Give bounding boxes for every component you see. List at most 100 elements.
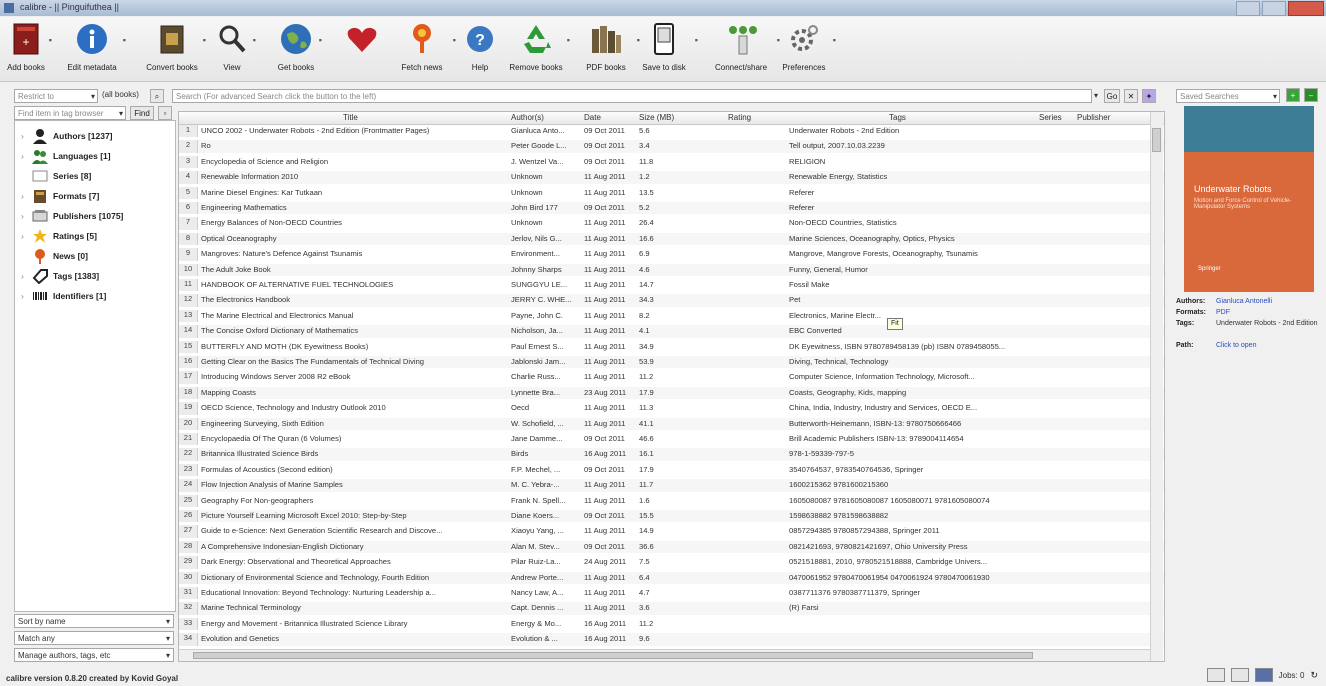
table-row[interactable]: 33 Energy and Movement - Britannica Illus…: [179, 617, 1164, 631]
tag-browser-series[interactable]: Series [8]: [21, 167, 91, 185]
expand-icon[interactable]: ›: [21, 191, 27, 201]
find-in-tag-browser-input[interactable]: Find item in tag browser ▾: [14, 106, 126, 120]
saved-searches-select[interactable]: Saved Searches ▾: [1176, 89, 1280, 103]
convert-books-button[interactable]: Convert books ▪: [142, 21, 206, 79]
column-header-rating[interactable]: Rating: [728, 113, 751, 122]
book-details-button[interactable]: [1254, 668, 1273, 682]
tag-browser-tags[interactable]: › Tags [1383]: [21, 267, 99, 285]
expand-icon[interactable]: ›: [21, 291, 27, 301]
expand-icon[interactable]: ›: [21, 151, 27, 161]
table-row[interactable]: 26 Picture Yourself Learning Microsoft Ex…: [179, 510, 1164, 523]
chevron-down-icon[interactable]: ▪: [567, 35, 570, 45]
vertical-scrollbar-thumb[interactable]: [1152, 128, 1161, 152]
tag-layout-button[interactable]: [1206, 668, 1225, 682]
table-row[interactable]: 25 Geography For Non-geographers Frank N. …: [179, 494, 1164, 507]
table-row[interactable]: 19 OECD Science, Technology and Industry …: [179, 402, 1164, 415]
match-select[interactable]: Match any ▾: [14, 631, 174, 645]
delete-saved-search-button[interactable]: –: [1304, 88, 1318, 102]
chevron-down-icon[interactable]: ▪: [203, 35, 206, 45]
sort-by-select[interactable]: Sort by name ▾: [14, 614, 174, 628]
table-row[interactable]: 27 Guide to e-Science: Next Generation Sc…: [179, 525, 1164, 538]
minimize-button[interactable]: [1236, 1, 1260, 16]
connect-share-button[interactable]: Connect/share ▪: [706, 21, 780, 79]
chevron-down-icon[interactable]: ▪: [123, 35, 126, 45]
search-history-dropdown[interactable]: ▾: [1092, 89, 1100, 103]
chevron-down-icon[interactable]: ▪: [453, 35, 456, 45]
table-row[interactable]: 21 Encyclopaedia Of The Quran (6 Volumes)…: [179, 433, 1164, 446]
donate-button[interactable]: [340, 21, 384, 79]
close-button[interactable]: [1288, 1, 1324, 16]
tag-browser-authors[interactable]: › Authors [1237]: [21, 127, 113, 145]
add-books-button[interactable]: + Add books ▪: [4, 21, 52, 79]
expand-icon[interactable]: ›: [21, 131, 27, 141]
chevron-down-icon[interactable]: ▪: [319, 35, 322, 45]
collapse-button[interactable]: ▫: [158, 106, 172, 120]
tag-browser-publishers[interactable]: › Publishers [1075]: [21, 207, 123, 225]
table-row[interactable]: 7 Energy Balances of Non-OECD Countries Un…: [179, 217, 1164, 230]
chevron-down-icon[interactable]: ▪: [253, 35, 256, 45]
tag-browser-news[interactable]: News [0]: [21, 247, 88, 265]
table-row[interactable]: 13 The Marine Electrical and Electronics …: [179, 309, 1164, 323]
chevron-down-icon[interactable]: ▪: [833, 35, 836, 45]
table-row[interactable]: 22 Britannica Illustrated Science Birds Bi…: [179, 448, 1164, 461]
table-row[interactable]: 11 HANDBOOK OF ALTERNATIVE FUEL TECHNOLOG…: [179, 279, 1164, 292]
expand-icon[interactable]: ›: [21, 211, 27, 221]
table-row[interactable]: 8 Optical Oceanography Jerlov, Nils G... 11…: [179, 232, 1164, 246]
maximize-button[interactable]: [1262, 1, 1286, 16]
table-row[interactable]: 32 Marine Technical Terminology Capt. Denn…: [179, 602, 1164, 615]
chevron-down-icon[interactable]: ▪: [695, 35, 698, 45]
preferences-button[interactable]: Preferences ▪: [776, 21, 836, 79]
column-header-size[interactable]: Size (MB): [639, 113, 674, 122]
column-header-series[interactable]: Series: [1039, 113, 1062, 122]
table-row[interactable]: 29 Dark Energy: Observational and Theoret…: [179, 556, 1164, 569]
chevron-down-icon[interactable]: ▪: [49, 35, 52, 45]
table-row[interactable]: 3 Encyclopedia of Science and Religion J. …: [179, 155, 1164, 169]
tag-browser-languages[interactable]: › Languages [1]: [21, 147, 111, 165]
tag-browser-ratings[interactable]: › Ratings [5]: [21, 227, 97, 245]
expand-icon[interactable]: ›: [21, 231, 27, 241]
table-row[interactable]: 23 Formulas of Acoustics (Second edition)…: [179, 463, 1164, 477]
horizontal-scrollbar-thumb[interactable]: [193, 652, 1033, 659]
tag-browser-formats[interactable]: › Formats [7]: [21, 187, 99, 205]
book-cover[interactable]: Underwater Robots Motion and Force Contr…: [1184, 106, 1314, 292]
jobs-indicator[interactable]: Jobs: 0: [1279, 671, 1305, 680]
details-authors-link[interactable]: Gianluca Antonelli: [1216, 298, 1320, 305]
column-header-title[interactable]: Title: [343, 113, 358, 122]
table-row[interactable]: 10 The Adult Joke Book Johnny Sharps 11 Aug…: [179, 263, 1164, 276]
search-input[interactable]: Search (For advanced Search click the bu…: [172, 89, 1092, 103]
search-go-button[interactable]: Go: [1104, 89, 1120, 103]
vertical-scrollbar[interactable]: [1150, 112, 1163, 661]
table-row[interactable]: 1 UNCO 2002 - Underwater Robots - 2nd Edi…: [179, 125, 1164, 138]
table-row[interactable]: 4 Renewable Information 2010 Unknown 11 Aug…: [179, 171, 1164, 184]
manage-authors-select[interactable]: Manage authors, tags, etc ▾: [14, 648, 174, 662]
get-books-button[interactable]: Get books ▪: [274, 21, 322, 79]
table-row[interactable]: 28 A Comprehensive Indonesian-English Dic…: [179, 540, 1164, 554]
table-row[interactable]: 20 Engineering Surveying, Sixth Edition W.…: [179, 417, 1164, 430]
table-row[interactable]: 15 BUTTERFLY AND MOTH (DK Eyewitness Book…: [179, 340, 1164, 353]
expand-icon[interactable]: ›: [21, 271, 27, 281]
help-button[interactable]: ? Help: [458, 21, 502, 79]
horizontal-scrollbar[interactable]: [179, 649, 1150, 661]
column-header-date[interactable]: Date: [584, 113, 601, 122]
advanced-search-button[interactable]: ⌕: [150, 89, 164, 103]
add-saved-search-button[interactable]: +: [1286, 88, 1300, 102]
column-header-tags[interactable]: Tags: [889, 113, 906, 122]
table-row[interactable]: 5 Marine Diesel Engines: Kar Tutkaan Unkno…: [179, 186, 1164, 199]
save-to-disk-button[interactable]: Save to disk ▪: [634, 21, 698, 79]
find-button[interactable]: Find: [130, 106, 154, 120]
table-row[interactable]: 17 Introducing Windows Server 2008 R2 eBo…: [179, 371, 1164, 384]
table-row[interactable]: 34 Evolution and Genetics Evolution & ... 1…: [179, 633, 1164, 646]
table-row[interactable]: 31 Educational Innovation: Beyond Technol…: [179, 587, 1164, 600]
clear-search-button[interactable]: ✕: [1124, 89, 1138, 103]
table-row[interactable]: 30 Dictionary of Environmental Science an…: [179, 571, 1164, 584]
column-header-publisher[interactable]: Publisher: [1077, 113, 1110, 122]
remove-books-button[interactable]: Remove books ▪: [506, 21, 570, 79]
table-row[interactable]: 9 Mangroves: Nature's Defence Against Tsu…: [179, 248, 1164, 261]
table-row[interactable]: 18 Mapping Coasts Lynnette Bra... 23 Aug 20…: [179, 386, 1164, 400]
view-button[interactable]: View ▪: [212, 21, 256, 79]
restrict-to-select[interactable]: Restrict to ▾: [14, 89, 98, 103]
column-header-authors[interactable]: Author(s): [511, 113, 544, 122]
table-row[interactable]: 12 The Electronics Handbook JERRY C. WHE..…: [179, 294, 1164, 307]
fetch-news-button[interactable]: Fetch news ▪: [392, 21, 456, 79]
table-row[interactable]: 2 Ro Peter Goode L... 09 Oct 2011 3.4 Tell ou…: [179, 140, 1164, 153]
